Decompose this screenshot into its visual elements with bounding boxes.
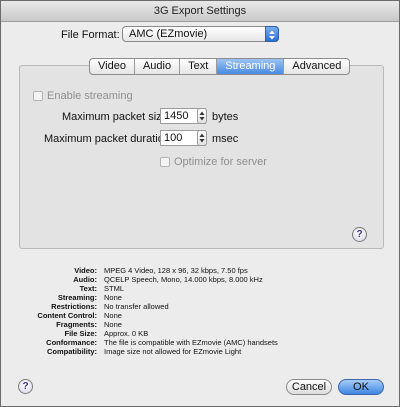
summary-row: Compatibility: Image size not allowed for… bbox=[47, 347, 242, 356]
summary-row: Streaming: None bbox=[57, 293, 122, 302]
packet-size-stepper[interactable] bbox=[197, 108, 207, 124]
settings-tab-bar: Video Audio Text Streaming Advanced bbox=[89, 58, 351, 75]
file-format-popup[interactable]: AMC (EZmovie) bbox=[122, 26, 279, 42]
file-format-value: AMC (EZmovie) bbox=[129, 28, 208, 40]
enable-streaming-checkbox[interactable] bbox=[33, 91, 43, 101]
ok-button[interactable]: OK bbox=[338, 379, 384, 395]
streaming-panel: Enable streaming Maximum packet size: 14… bbox=[19, 65, 384, 249]
packet-duration-stepper[interactable] bbox=[197, 130, 207, 146]
help-icon: ? bbox=[356, 229, 363, 240]
dialog-help-button[interactable]: ? bbox=[18, 379, 33, 394]
tab-text[interactable]: Text bbox=[180, 59, 218, 74]
tab-advanced[interactable]: Advanced bbox=[284, 59, 349, 74]
packet-size-label: Maximum packet size: bbox=[62, 111, 171, 123]
help-icon: ? bbox=[22, 381, 29, 392]
summary-row: Fragments: None bbox=[56, 320, 122, 329]
window-title: 3G Export Settings bbox=[1, 1, 399, 22]
summary-row: Restrictions: No transfer allowed bbox=[51, 302, 169, 311]
summary-row: Conformance: The file is compatible with … bbox=[46, 338, 278, 347]
summary-row: Audio: QCELP Speech, Mono, 14.000 kbps, 8… bbox=[73, 275, 263, 284]
summary-row: Content Control: None bbox=[37, 311, 122, 320]
packet-duration-label: Maximum packet duration: bbox=[44, 133, 173, 145]
packet-size-unit: bytes bbox=[212, 111, 239, 123]
optimize-server-label: Optimize for server bbox=[174, 156, 267, 168]
file-format-label: File Format: bbox=[61, 29, 120, 41]
summary-row: Text: STML bbox=[79, 284, 125, 293]
enable-streaming-label: Enable streaming bbox=[47, 90, 133, 102]
tab-video[interactable]: Video bbox=[90, 59, 135, 74]
optimize-server-checkbox[interactable] bbox=[160, 157, 170, 167]
cancel-button[interactable]: Cancel bbox=[286, 379, 332, 395]
panel-help-button[interactable]: ? bbox=[352, 227, 367, 242]
export-settings-dialog: 3G Export Settings File Format: AMC (EZm… bbox=[0, 0, 400, 407]
tab-streaming[interactable]: Streaming bbox=[217, 59, 285, 74]
summary-row: File Size: Approx. 0 KB bbox=[64, 329, 149, 338]
popup-arrows-icon bbox=[265, 26, 279, 42]
packet-duration-unit: msec bbox=[212, 133, 239, 145]
tab-audio[interactable]: Audio bbox=[135, 59, 181, 74]
summary-row: Video: MPEG 4 Video, 128 x 96, 32 kbps, 7… bbox=[74, 266, 248, 275]
